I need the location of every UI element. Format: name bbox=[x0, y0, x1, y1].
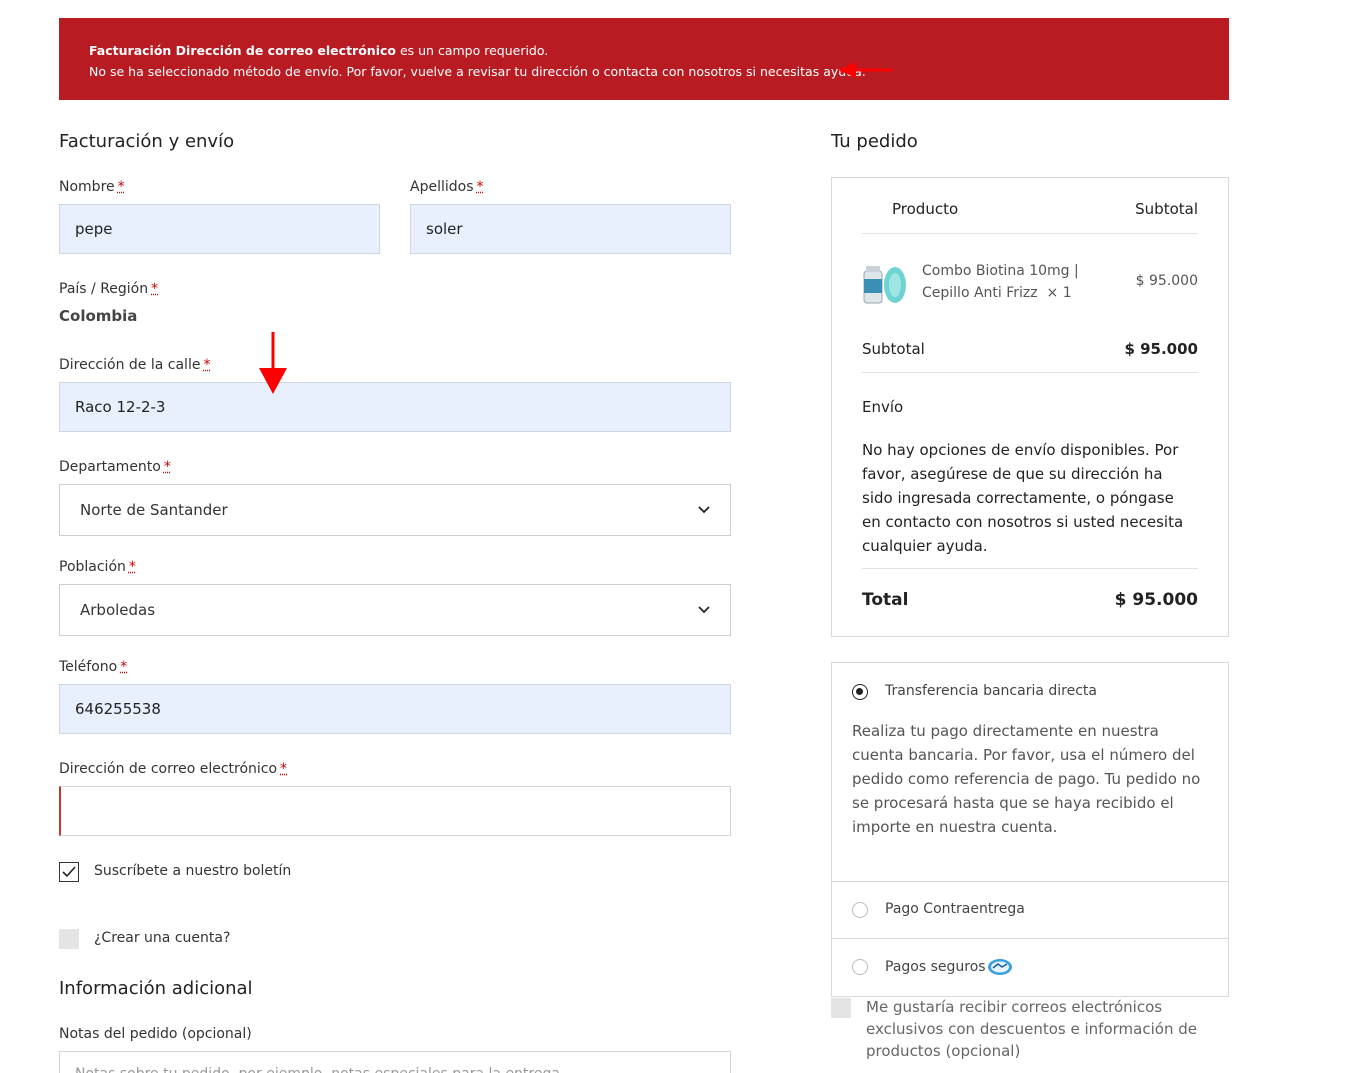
state-label: Departamento * bbox=[59, 459, 171, 475]
col-subtotal-header: Subtotal bbox=[1135, 200, 1198, 218]
state-select[interactable]: Norte de Santander bbox=[59, 484, 731, 536]
newsletter-checkbox[interactable] bbox=[59, 862, 79, 882]
payment-radio-bank-transfer[interactable] bbox=[852, 684, 868, 700]
annotation-arrow-down-icon bbox=[259, 332, 287, 394]
subtotal-label: Subtotal bbox=[862, 340, 925, 358]
email-input[interactable] bbox=[59, 786, 731, 836]
create-account-checkbox[interactable] bbox=[59, 929, 79, 949]
payment-label-cod[interactable]: Pago Contraentrega bbox=[885, 901, 1025, 917]
payment-label-bank-transfer[interactable]: Transferencia bancaria directa bbox=[885, 683, 1097, 699]
order-notes-textarea[interactable]: Notas sobre tu pedido, por ejemplo, nota… bbox=[59, 1051, 731, 1073]
first-name-input[interactable]: pepe bbox=[59, 204, 380, 254]
total-row: Total $ 95.000 bbox=[862, 590, 1198, 610]
divider bbox=[832, 938, 1228, 939]
state-selected-value: Norte de Santander bbox=[80, 501, 228, 519]
annotation-arrow-left-icon bbox=[838, 62, 892, 78]
city-selected-value: Arboledas bbox=[80, 601, 156, 619]
city-label: Población * bbox=[59, 559, 136, 575]
newsletter-label: Suscríbete a nuestro boletín bbox=[94, 863, 292, 879]
total-value: $ 95.000 bbox=[1114, 590, 1198, 610]
product-name: Combo Biotina 10mg | Cepillo Anti Frizz … bbox=[922, 263, 1079, 301]
marketing-optin-checkbox[interactable] bbox=[831, 998, 851, 1018]
divider bbox=[862, 233, 1198, 234]
error-line-2: No se ha seleccionado método de envío. P… bbox=[89, 64, 866, 79]
order-title: Tu pedido bbox=[831, 131, 918, 152]
street-input[interactable]: Raco 12-2-3 bbox=[59, 382, 731, 432]
product-thumbnail bbox=[863, 266, 906, 304]
error-line-1: Facturación Dirección de correo electrón… bbox=[89, 43, 549, 58]
order-table-header: Producto Subtotal bbox=[862, 200, 1198, 218]
product-price: $ 95.000 bbox=[1135, 273, 1198, 289]
divider bbox=[862, 568, 1198, 569]
payment-label-secure[interactable]: Pagos seguros bbox=[885, 958, 1013, 976]
additional-info-title: Información adicional bbox=[59, 978, 253, 999]
country-label: País / Región * bbox=[59, 281, 159, 297]
last-name-label: Apellidos * bbox=[410, 179, 484, 195]
shipping-message: No hay opciones de envío disponibles. Po… bbox=[862, 441, 1184, 555]
last-name-input[interactable]: soler bbox=[410, 204, 731, 254]
total-label: Total bbox=[862, 590, 909, 610]
shipping-row: Envío bbox=[862, 398, 1198, 416]
order-summary-table: Producto Subtotal Combo Biotina 10mg | C… bbox=[831, 177, 1229, 637]
first-name-label: Nombre * bbox=[59, 179, 125, 195]
street-label: Dirección de la calle * bbox=[59, 357, 211, 373]
chevron-down-icon bbox=[698, 606, 710, 614]
checkmark-icon bbox=[62, 866, 76, 878]
email-label: Dirección de correo electrónico * bbox=[59, 761, 288, 777]
city-select[interactable]: Arboledas bbox=[59, 584, 731, 636]
divider bbox=[862, 372, 1198, 373]
marketing-optin-label: Me gustaría recibir correos electrónicos… bbox=[866, 998, 1197, 1060]
error-banner: Facturación Dirección de correo electrón… bbox=[59, 18, 1229, 100]
phone-label: Teléfono * bbox=[59, 659, 128, 675]
payment-methods: Transferencia bancaria directa Realiza t… bbox=[831, 662, 1229, 997]
subtotal-row: Subtotal $ 95.000 bbox=[862, 340, 1198, 358]
chevron-down-icon bbox=[698, 506, 710, 514]
divider bbox=[832, 881, 1228, 882]
shipping-label: Envío bbox=[862, 398, 904, 416]
subtotal-value: $ 95.000 bbox=[1124, 340, 1198, 358]
col-product-header: Producto bbox=[892, 200, 959, 218]
payment-description: Realiza tu pago directamente en nuestra … bbox=[852, 722, 1201, 836]
handshake-icon bbox=[987, 959, 1012, 975]
payment-radio-secure[interactable] bbox=[852, 959, 868, 975]
phone-input[interactable]: 646255538 bbox=[59, 684, 731, 734]
billing-title: Facturación y envío bbox=[59, 131, 235, 152]
country-value: Colombia bbox=[59, 307, 138, 325]
order-notes-label: Notas del pedido (opcional) bbox=[59, 1026, 252, 1042]
product-quantity: × 1 bbox=[1046, 285, 1072, 301]
payment-radio-cod[interactable] bbox=[852, 902, 868, 918]
create-account-label: ¿Crear una cuenta? bbox=[94, 930, 231, 946]
